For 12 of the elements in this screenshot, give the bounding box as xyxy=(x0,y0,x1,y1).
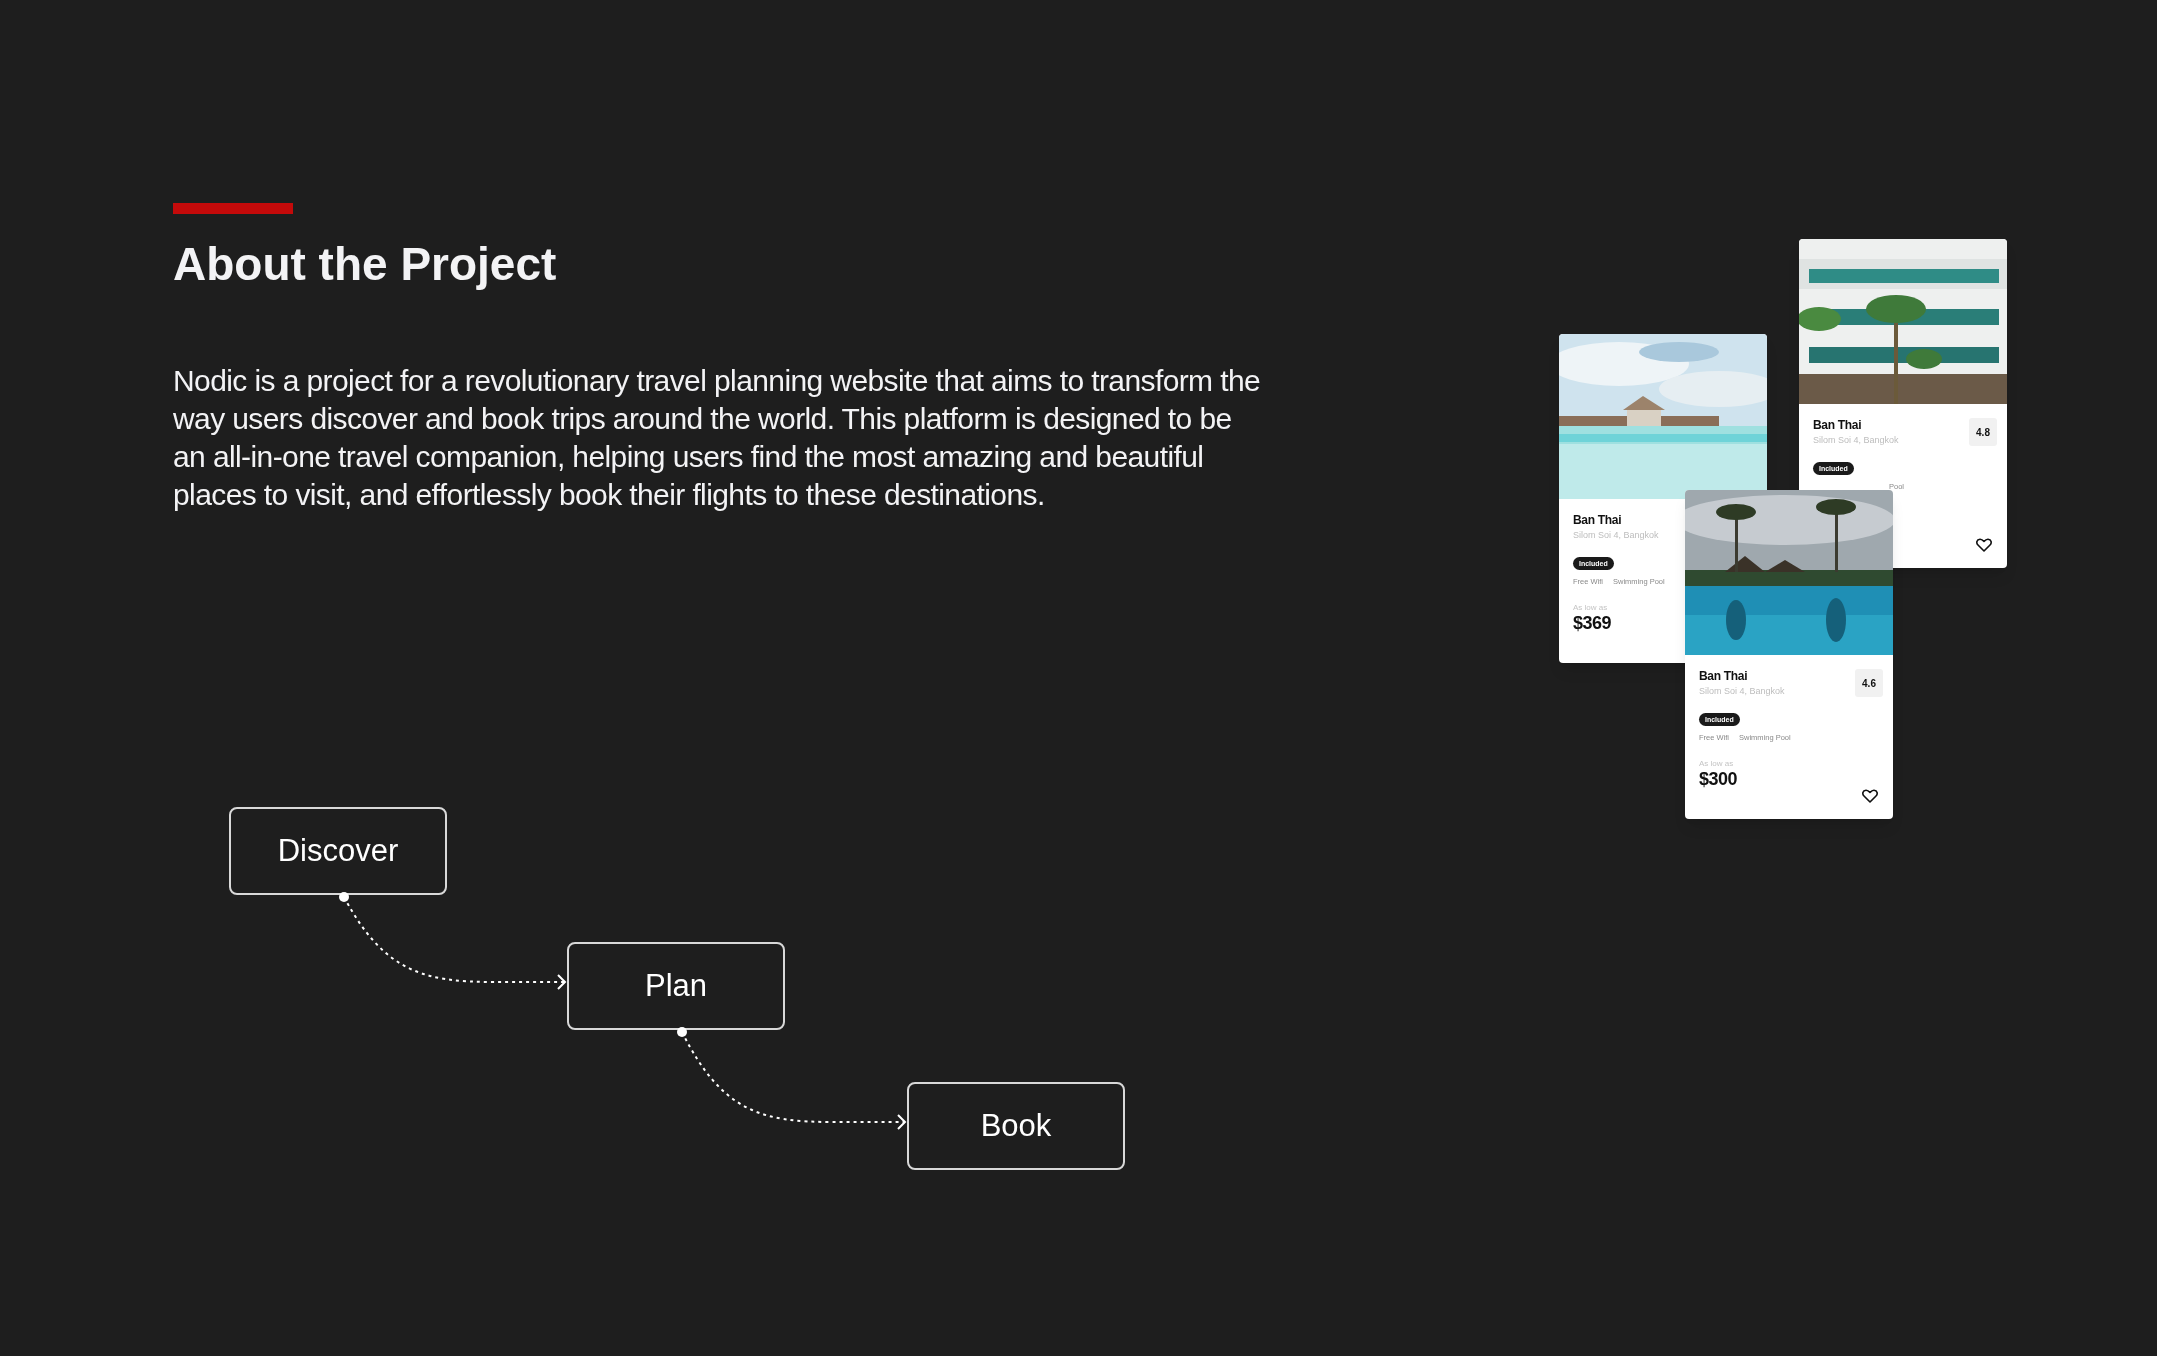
heart-icon[interactable] xyxy=(1976,538,1992,552)
project-description: Nodic is a project for a revolutionary travel planning website that aims to transform the way users discover and book trips around the world. This platform is designed to be an all-in-one travel companion, helping users find the most amazing and beautiful places to visit, and effortlessly book their flights to these destinations. xyxy=(173,363,1262,513)
flow-step: Book xyxy=(907,1082,1125,1170)
price: $369 xyxy=(1573,613,1612,633)
flow-step: Discover xyxy=(229,807,447,895)
heart-icon[interactable] xyxy=(1862,789,1878,803)
hotel-name: Ban Thai xyxy=(1573,513,1623,527)
flow-step: Plan xyxy=(567,942,785,1030)
rating-badge: 4.8 xyxy=(1969,418,1997,446)
price: $300 xyxy=(1699,769,1738,789)
rating-badge: 4.6 xyxy=(1855,669,1883,697)
section-title: About the Project xyxy=(173,237,558,292)
